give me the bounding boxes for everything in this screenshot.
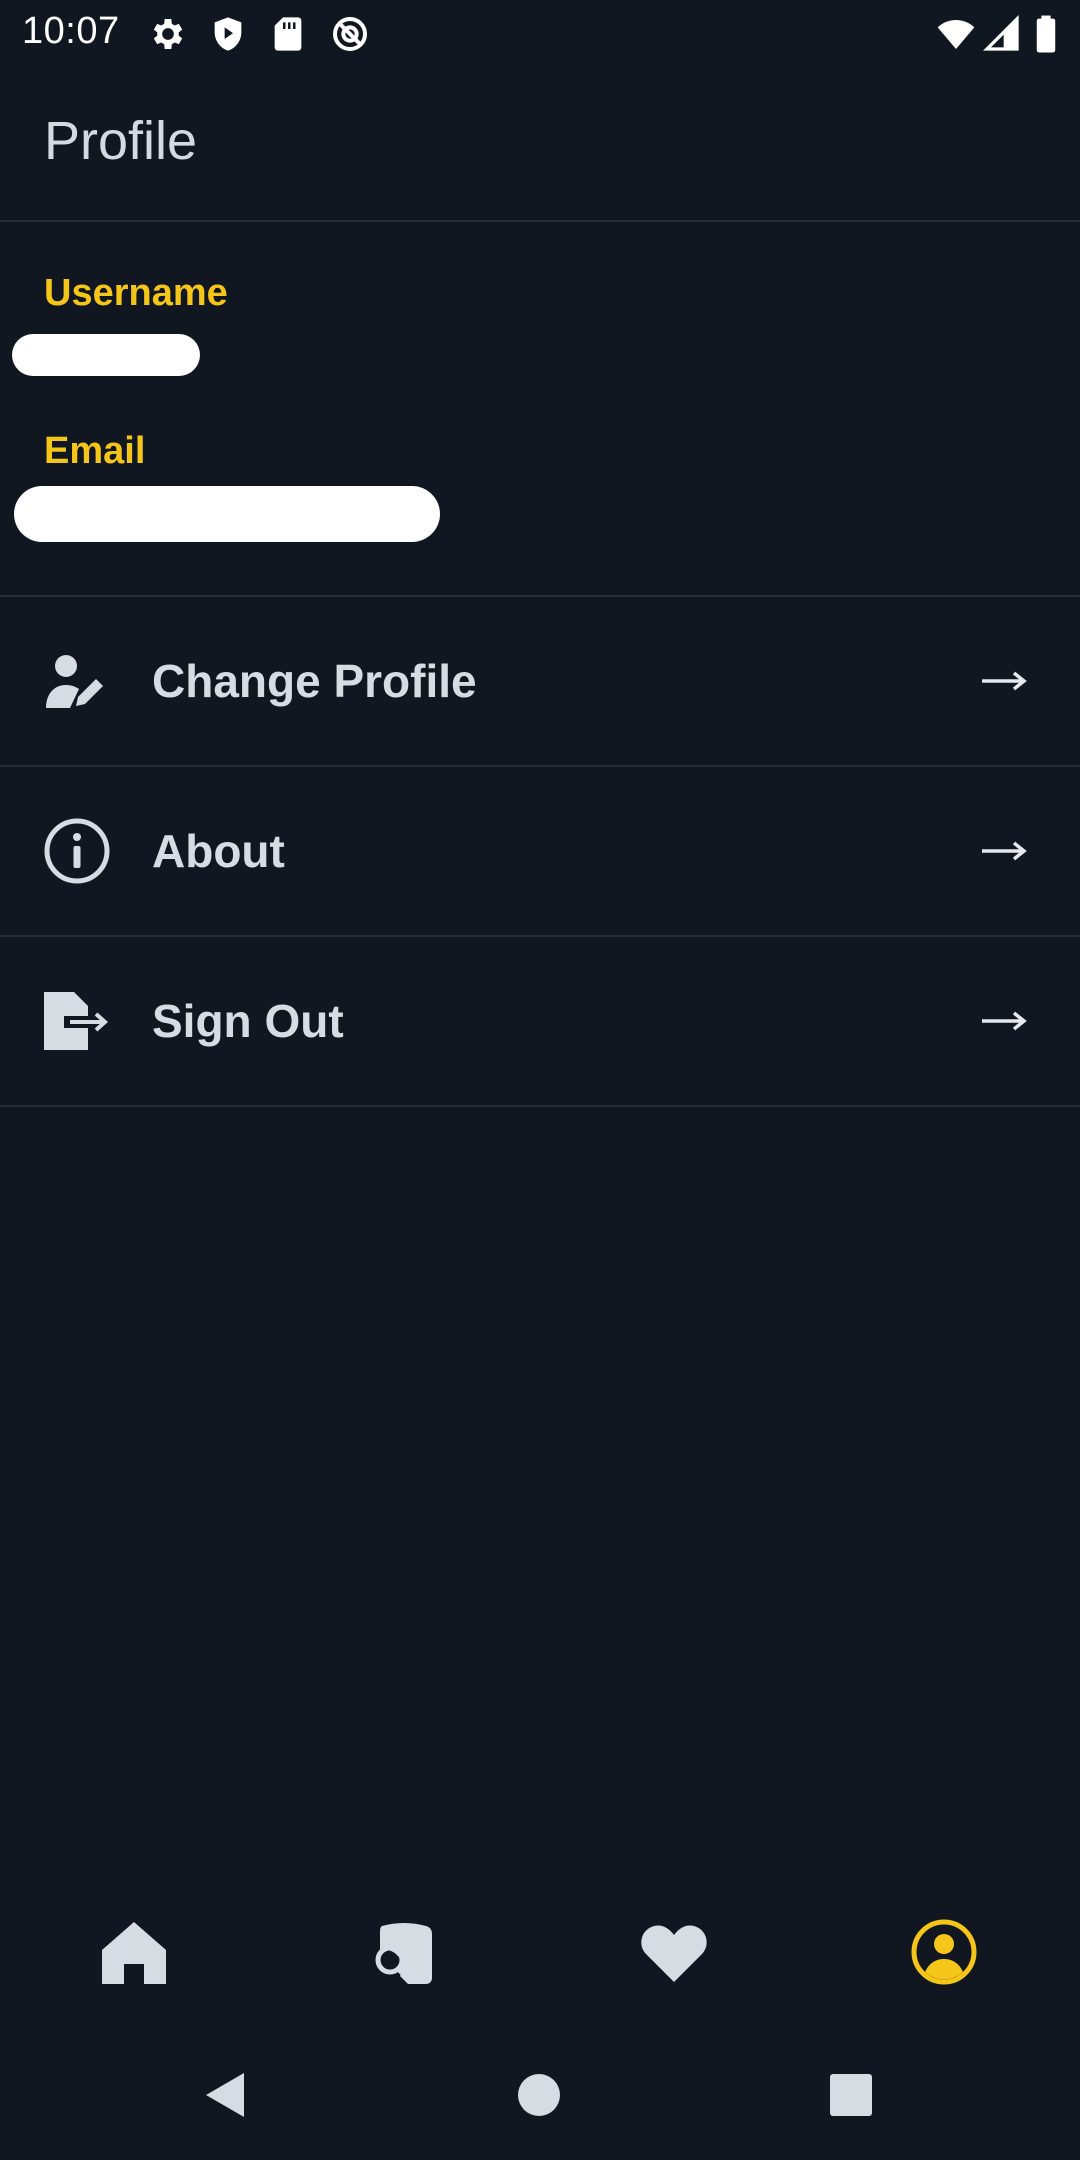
email-label: Email: [44, 430, 146, 472]
signal-icon: [982, 14, 1022, 54]
menu-item-label: Sign Out: [152, 995, 344, 1047]
arrow-right-icon: [980, 1009, 1028, 1033]
system-nav: [0, 2040, 1080, 2150]
menu-item-label: Change Profile: [152, 655, 477, 707]
nav-home-icon[interactable]: [98, 1916, 170, 1988]
nav-profile-icon[interactable]: [908, 1916, 980, 1988]
wifi-icon: [934, 14, 978, 54]
email-redaction: [14, 486, 440, 542]
shield-icon: [208, 14, 248, 54]
sign-out-icon: [42, 986, 112, 1056]
bottom-nav: [0, 1900, 1080, 2010]
arrow-right-icon: [980, 839, 1028, 863]
battery-icon: [1030, 14, 1062, 54]
status-time: 10:07: [22, 10, 120, 52]
home-circle-icon[interactable]: [514, 2070, 564, 2120]
header-divider: [0, 220, 1080, 222]
menu-item-change-profile[interactable]: Change Profile: [0, 597, 1080, 765]
nav-heart-icon[interactable]: [638, 1916, 710, 1988]
no-location-icon: [330, 14, 370, 54]
user-edit-icon: [42, 646, 112, 716]
arrow-right-icon: [980, 669, 1028, 693]
recents-icon[interactable]: [826, 2070, 876, 2120]
nav-search-catalog-icon[interactable]: [368, 1916, 440, 1988]
status-bar: 10:07: [0, 0, 1080, 66]
username-label: Username: [44, 272, 228, 314]
page-title: Profile: [44, 111, 198, 171]
menu-item-label: About: [152, 825, 285, 877]
settings-icon: [148, 14, 188, 54]
menu-item-sign-out[interactable]: Sign Out: [0, 937, 1080, 1105]
menu-divider: [0, 1105, 1080, 1107]
back-icon[interactable]: [200, 2070, 250, 2120]
info-icon: [42, 816, 112, 886]
sd-card-icon: [268, 14, 308, 54]
menu-item-about[interactable]: About: [0, 767, 1080, 935]
username-redaction: [12, 334, 200, 376]
